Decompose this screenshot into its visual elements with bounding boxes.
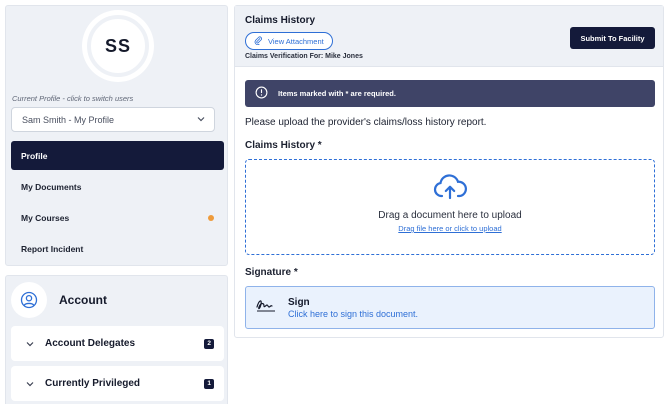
required-fields-alert: Items marked with * are required. [245,80,655,107]
account-title: Account [59,293,107,307]
sign-title: Sign [288,296,310,308]
signature-icon [256,297,276,318]
sidebar-item-label: Report Incident [21,243,84,254]
chevron-down-icon [196,114,206,126]
avatar: SS [82,10,154,82]
avatar-initials: SS [87,15,149,77]
signature-field-label: Signature * [245,267,298,278]
dropzone-upload-link[interactable]: Drag file here or click to upload [398,224,501,233]
account-delegates-label: Account Delegates [45,338,136,349]
account-panel: Account Account Delegates 2 Currently Pr… [5,275,228,404]
submit-to-facility-button[interactable]: Submit To Facility [570,27,655,49]
profile-switch-caption: Current Profile - click to switch users [12,94,134,103]
cloud-upload-icon [433,174,467,205]
left-column: SS Current Profile - click to switch use… [5,5,228,404]
sidebar-item-label: Profile [21,150,48,161]
claims-history-field-label: Claims History * [245,140,322,151]
account-delegates-row[interactable]: Account Delegates 2 [11,326,224,361]
sign-link[interactable]: Click here to sign this document. [288,309,418,319]
claims-header: Claims History View Attachment Claims Ve… [235,6,663,67]
claims-verification-text: Claims Verification For: Mike Jones [245,53,363,60]
notification-dot [208,214,214,221]
chevron-down-icon [25,339,35,349]
profile-switcher-value: Sam Smith - My Profile [22,114,115,125]
user-circle-icon [11,282,47,318]
upload-instruction: Please upload the provider's claims/loss… [245,117,487,128]
currently-privileged-label: Currently Privileged [45,378,141,389]
sidebar-item-profile[interactable]: Profile [11,141,224,170]
document-dropzone[interactable]: Drag a document here to upload Drag file… [245,159,655,255]
claims-history-panel: Claims History View Attachment Claims Ve… [234,5,664,338]
alert-text: Items marked with * are required. [278,89,396,98]
profile-panel: SS Current Profile - click to switch use… [5,5,228,266]
chevron-down-icon [25,379,35,389]
currently-privileged-row[interactable]: Currently Privileged 1 [11,366,224,401]
paperclip-icon [254,36,263,47]
account-delegates-count-badge: 2 [204,338,214,349]
dropzone-text: Drag a document here to upload [378,210,522,221]
view-attachment-label: View Attachment [268,36,324,46]
sidebar-nav: Profile My Documents My Courses Report I… [11,141,224,265]
currently-privileged-count-badge: 1 [204,378,214,389]
profile-switcher-select[interactable]: Sam Smith - My Profile [11,107,215,132]
sidebar-item-my-documents[interactable]: My Documents [11,172,224,201]
sidebar-item-label: My Courses [21,212,70,223]
sidebar-item-report-incident[interactable]: Report Incident [11,234,224,263]
signature-box[interactable]: Sign Click here to sign this document. [245,286,655,329]
info-circle-icon [255,86,268,101]
page-title: Claims History [245,15,316,26]
view-attachment-button[interactable]: View Attachment [245,32,333,50]
account-header: Account [11,282,107,318]
sidebar-item-label: My Documents [21,181,82,192]
sidebar-item-my-courses[interactable]: My Courses [11,203,224,232]
